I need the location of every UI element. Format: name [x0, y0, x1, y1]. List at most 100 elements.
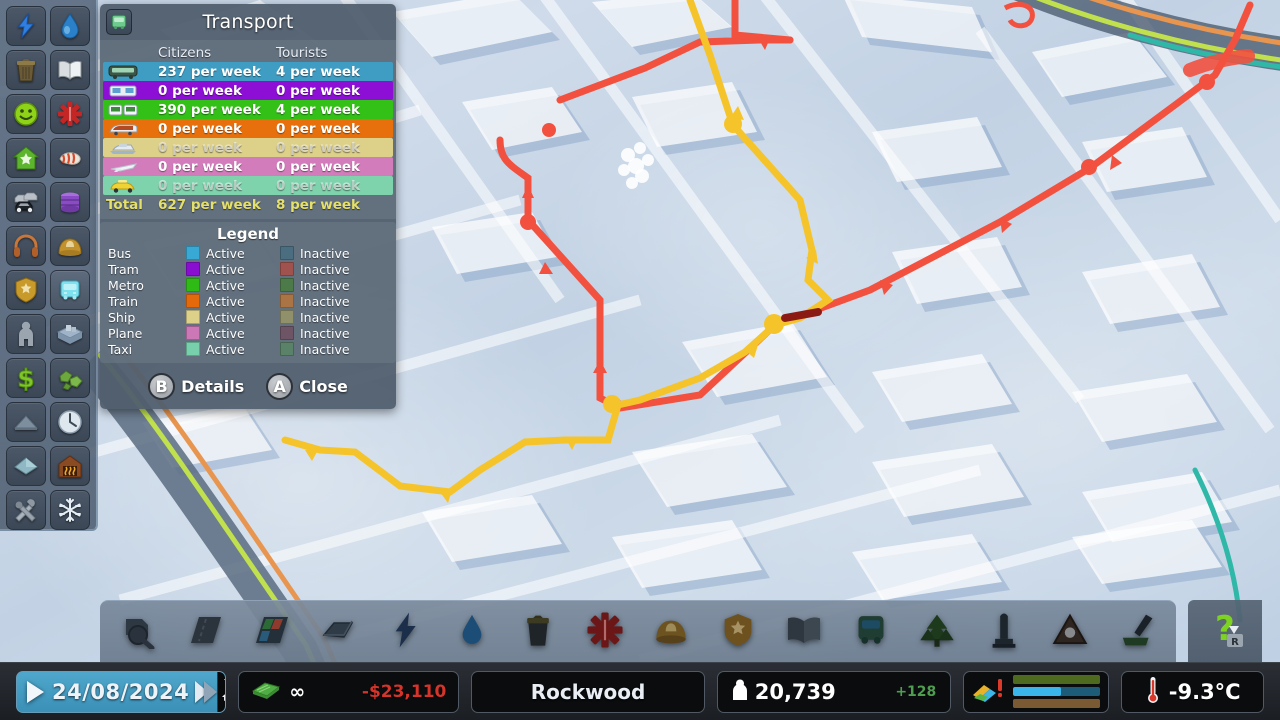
legend-swatch-inactive-taxi: [280, 342, 294, 356]
shovel-icon: [1117, 612, 1157, 652]
infoview-maintenance[interactable]: [6, 490, 46, 530]
infoview-firesafety[interactable]: [50, 226, 90, 266]
help-button[interactable]: ? R: [1188, 600, 1262, 662]
infoview-healthcare[interactable]: [50, 94, 90, 134]
panel-buttons[interactable]: B Details A Close: [100, 363, 396, 409]
transport-train-tourists: 0 per week: [276, 120, 361, 137]
tools-icon: [13, 498, 39, 522]
fast-forward-icon[interactable]: [195, 680, 218, 703]
infoview-happiness[interactable]: [6, 94, 46, 134]
transport-tram-citizens: 0 per week: [158, 82, 243, 99]
transport-row-tram[interactable]: 0 per week 0 per week: [103, 81, 393, 100]
megaphone-icon: [57, 147, 83, 169]
infoview-outsideconnections[interactable]: $: [6, 358, 46, 398]
water-drop-icon: [58, 13, 82, 39]
toolbar-parks[interactable]: [904, 603, 971, 661]
train-icon: [103, 122, 158, 136]
infoview-heating[interactable]: [50, 446, 90, 486]
question-mark-icon: ? R: [1199, 606, 1251, 656]
transport-row-plane[interactable]: 0 per week 0 per week: [103, 157, 393, 176]
infoview-water[interactable]: [50, 6, 90, 46]
help-hint-letter: R: [1231, 637, 1239, 648]
money-panel[interactable]: ∞ -$23,110: [238, 670, 460, 713]
close-button[interactable]: A Close: [266, 372, 348, 400]
infoview-pollution[interactable]: [50, 182, 90, 222]
toolbar-electricity[interactable]: [372, 603, 439, 661]
legend-active-label: Active: [206, 277, 245, 293]
infoview-landvalue[interactable]: [6, 138, 46, 178]
infoview-education[interactable]: [50, 50, 90, 90]
time-speed-group[interactable]: 24/08/2024: [17, 671, 218, 712]
details-button[interactable]: B Details: [148, 372, 244, 400]
infoview-snow[interactable]: [50, 490, 90, 530]
toolbar-wonders[interactable]: [1037, 603, 1104, 661]
time-control[interactable]: 24/08/2024 L: [16, 670, 227, 713]
infoview-routes[interactable]: [50, 402, 90, 442]
toolbar-garbage[interactable]: [505, 603, 572, 661]
main-toolbar[interactable]: [100, 600, 1176, 662]
infoview-electricity[interactable]: [6, 6, 46, 46]
demand-panel[interactable]: [963, 670, 1110, 713]
infoview-population[interactable]: [6, 314, 46, 354]
infoview-wind[interactable]: [6, 446, 46, 486]
infoview-naturalresources[interactable]: [50, 358, 90, 398]
toolbar-transport[interactable]: [838, 603, 905, 661]
infoview-crime[interactable]: [6, 270, 46, 310]
heating-icon: [57, 454, 83, 478]
taxi-icon: [103, 179, 158, 193]
toolbar-water[interactable]: [439, 603, 506, 661]
metro-icon: [103, 103, 158, 117]
infoview-sidebar[interactable]: $: [0, 0, 98, 531]
legend-swatch-active-taxi: [186, 342, 200, 356]
toolbar-healthcare[interactable]: [572, 603, 639, 661]
transport-bus-tourists: 4 per week: [276, 63, 361, 80]
transport-row-train[interactable]: 0 per week 0 per week: [103, 119, 393, 138]
bulldozer-icon: [118, 611, 160, 653]
legend-active-label: Active: [206, 309, 245, 325]
temperature-panel[interactable]: -9.3°C: [1121, 670, 1264, 713]
status-bar[interactable]: 24/08/2024 L ∞: [0, 662, 1280, 720]
population-panel[interactable]: 20,739 +128: [716, 670, 952, 713]
transport-mode-rows: 237 per week 4 per week 0 per week 0 per we…: [103, 62, 393, 195]
city-name-panel[interactable]: Rockwood: [471, 670, 705, 713]
transport-row-ship[interactable]: 0 per week 0 per week: [103, 138, 393, 157]
transport-taxi-tourists: 0 per week: [276, 177, 361, 194]
legend-swatch-active-metro: [186, 278, 200, 292]
money-stack-icon: [251, 679, 281, 705]
transport-tram-tourists: 0 per week: [276, 82, 361, 99]
infoview-terrain[interactable]: [6, 402, 46, 442]
thermometer-icon: [1145, 675, 1161, 709]
toolbar-landscaping[interactable]: [1104, 603, 1171, 661]
fire-helmet-icon: [653, 614, 689, 650]
infoview-traffic[interactable]: [6, 182, 46, 222]
transport-row-metro[interactable]: 390 per week 4 per week: [103, 100, 393, 119]
infoview-entertainment[interactable]: [6, 226, 46, 266]
transport-row-taxi[interactable]: 0 per week 0 per week: [103, 176, 393, 195]
infoview-garbage[interactable]: [6, 50, 46, 90]
total-citizens: 627 per week: [158, 197, 261, 213]
panel-title: Transport: [202, 11, 294, 33]
toolbar-education[interactable]: [771, 603, 838, 661]
legend-inactive-label: Inactive: [300, 277, 350, 293]
legend-inactive-label: Inactive: [300, 341, 350, 357]
toolbar-zoning[interactable]: [239, 603, 306, 661]
water-drop-icon: [458, 612, 486, 652]
zoning-icon: [250, 613, 294, 651]
milestone-button[interactable]: L: [217, 671, 226, 712]
transport-info-panel[interactable]: Transport Citizens Tourists 237 per week…: [100, 4, 396, 409]
play-icon[interactable]: [27, 680, 44, 703]
legend-swatch-inactive-metro: [280, 278, 294, 292]
infoview-noise[interactable]: [50, 138, 90, 178]
infoview-districts[interactable]: [50, 314, 90, 354]
toolbar-police[interactable]: [705, 603, 772, 661]
districts-icon: [56, 322, 84, 346]
smiley-face-icon: [13, 101, 39, 127]
toolbar-bulldozer[interactable]: [106, 603, 173, 661]
transport-row-bus[interactable]: 237 per week 4 per week: [103, 62, 393, 81]
toolbar-districts[interactable]: [306, 603, 373, 661]
toolbar-monuments[interactable]: [971, 603, 1038, 661]
toolbar-firedepartment[interactable]: [638, 603, 705, 661]
infoview-transport[interactable]: [50, 270, 90, 310]
toolbar-roads[interactable]: [173, 603, 240, 661]
wind-icon: [13, 455, 39, 477]
